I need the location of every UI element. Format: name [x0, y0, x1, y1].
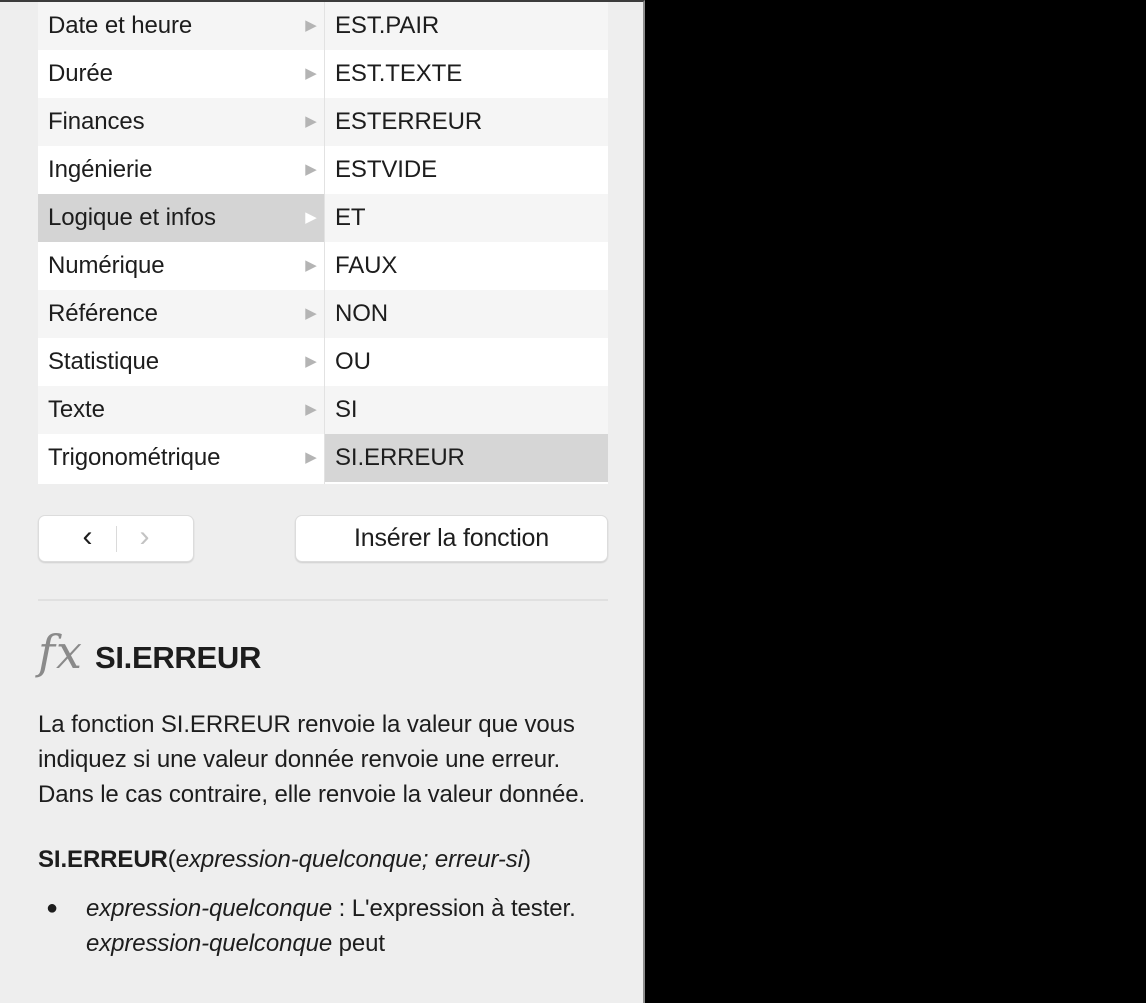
function-row[interactable]: SI: [325, 386, 608, 434]
category-row[interactable]: Numérique ▶: [38, 242, 324, 290]
function-browser-panel: Date et heure ▶ Durée ▶ Finances ▶ Ingén…: [0, 0, 645, 1003]
chevron-right-icon: ▶: [305, 305, 317, 322]
chevron-right-icon: ▶: [305, 449, 317, 466]
function-label: OU: [335, 348, 371, 375]
function-detail-title: SI.ERREUR: [94, 640, 262, 675]
category-row[interactable]: Référence ▶: [38, 290, 324, 338]
parameter-name-repeat: expression-quelconque: [86, 930, 333, 957]
parameter-colon: :: [332, 895, 352, 922]
function-label: ESTERREUR: [335, 108, 483, 135]
category-row[interactable]: Durée ▶: [38, 50, 324, 98]
syntax-arg-2: erreur-si: [434, 846, 523, 873]
category-label: Finances: [48, 108, 145, 135]
category-label: Date et heure: [48, 12, 193, 39]
category-row[interactable]: Finances ▶: [38, 98, 324, 146]
parameter-text-before: L'expression à tester.: [351, 895, 576, 922]
syntax-function-name: SI.ERREUR: [38, 846, 168, 873]
chevron-right-icon: ▶: [305, 161, 317, 178]
category-row[interactable]: Texte ▶: [38, 386, 324, 434]
function-label: EST.TEXTE: [335, 60, 463, 87]
chevron-right-icon: ▶: [305, 65, 317, 82]
category-row[interactable]: Statistique ▶: [38, 338, 324, 386]
chevron-right-icon: ▶: [305, 209, 317, 226]
insert-function-button[interactable]: Insérer la fonction: [295, 515, 608, 562]
function-row[interactable]: ET: [325, 194, 608, 242]
function-label: FAUX: [335, 252, 398, 279]
history-nav-control[interactable]: ‹ ›: [38, 515, 194, 562]
function-label: ESTVIDE: [335, 156, 437, 183]
function-row[interactable]: EST.PAIR: [325, 2, 608, 50]
category-row[interactable]: Trigonométrique ▶: [38, 434, 324, 482]
function-label: EST.PAIR: [335, 12, 440, 39]
category-row[interactable]: Ingénierie ▶: [38, 146, 324, 194]
chevron-right-icon: ▶: [305, 17, 317, 34]
function-row[interactable]: FAUX: [325, 242, 608, 290]
function-column[interactable]: EST.PAIR EST.TEXTE ESTERREUR ESTVIDE ET …: [325, 2, 608, 484]
function-label: SI: [335, 396, 358, 423]
category-label: Texte: [48, 396, 105, 423]
parameter-name: expression-quelconque: [86, 895, 333, 922]
function-row[interactable]: NON: [325, 290, 608, 338]
syntax-open-paren: (: [167, 846, 176, 873]
category-label: Trigonométrique: [48, 444, 221, 471]
function-label: SI.ERREUR: [335, 444, 465, 471]
chevron-right-icon: ▶: [305, 257, 317, 274]
function-row[interactable]: EST.TEXTE: [325, 50, 608, 98]
function-row[interactable]: ESTVIDE: [325, 146, 608, 194]
function-label: ET: [335, 204, 366, 231]
chevron-right-icon: ▶: [305, 401, 317, 418]
syntax-close-paren: ): [522, 846, 531, 873]
category-label: Ingénierie: [48, 156, 153, 183]
parameter-item: ● expression-quelconque : L'expression à …: [38, 891, 608, 961]
category-row-selected[interactable]: Logique et infos ▶: [38, 194, 324, 242]
function-row[interactable]: OU: [325, 338, 608, 386]
function-browser: Date et heure ▶ Durée ▶ Finances ▶ Ingén…: [38, 2, 608, 484]
back-chevron-icon[interactable]: ‹: [60, 521, 116, 556]
category-label: Numérique: [48, 252, 165, 279]
function-row[interactable]: ESTERREUR: [325, 98, 608, 146]
fx-icon: fx: [38, 625, 83, 679]
function-row-selected[interactable]: SI.ERREUR: [325, 434, 608, 482]
bullet-icon: ●: [46, 897, 58, 919]
category-column[interactable]: Date et heure ▶ Durée ▶ Finances ▶ Ingén…: [38, 2, 325, 484]
function-detail-header: fx SI.ERREUR: [38, 617, 607, 687]
function-label: NON: [335, 300, 389, 327]
chevron-right-icon: ▶: [305, 113, 317, 130]
function-syntax: SI.ERREUR(expression-quelconque; erreur-…: [38, 846, 607, 874]
category-label: Logique et infos: [48, 204, 216, 231]
category-label: Durée: [48, 60, 113, 87]
function-detail-pane: fx SI.ERREUR La fonction SI.ERREUR renvo…: [0, 617, 643, 1003]
insert-function-label: Insérer la fonction: [354, 524, 549, 552]
section-divider: [38, 599, 608, 601]
syntax-separator: ;: [421, 846, 435, 873]
function-description: La fonction SI.ERREUR renvoie la valeur …: [38, 711, 586, 808]
parameter-text-after: peut: [332, 930, 385, 957]
function-parameter-list: ● expression-quelconque : L'expression à …: [38, 891, 607, 961]
forward-chevron-icon[interactable]: ›: [117, 521, 173, 556]
category-row[interactable]: Date et heure ▶: [38, 2, 324, 50]
category-label: Référence: [48, 300, 158, 327]
chevron-right-icon: ▶: [305, 353, 317, 370]
category-label: Statistique: [48, 348, 159, 375]
syntax-arg-1: expression-quelconque: [175, 846, 422, 873]
